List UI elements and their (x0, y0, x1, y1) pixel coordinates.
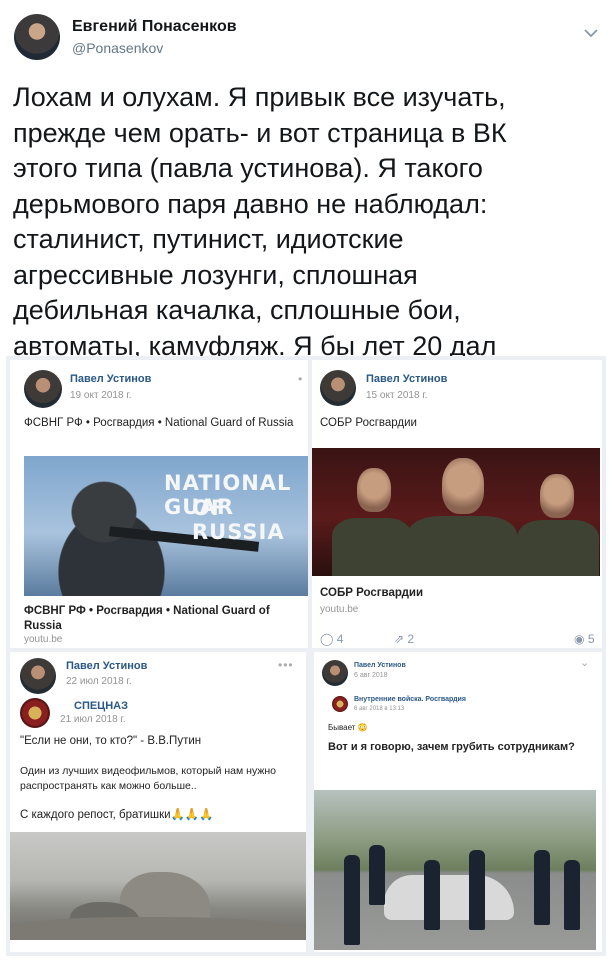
post-text: Один из лучших видеофильмов, который нам… (20, 765, 276, 792)
more-icon: ••• (278, 658, 294, 672)
comment-button: ◯ 4 (320, 632, 343, 646)
repost-date: 6 авг 2018 в 13:13 (354, 706, 405, 712)
post-author: Павел Устинов (366, 373, 448, 385)
video-thumbnail (10, 832, 306, 940)
link-title: СОБР Росгвардии (320, 587, 424, 599)
emblem-icon (20, 698, 50, 728)
vk-post-4: Павел Устинов 6 авг 2018 ⌄ Внутренние во… (314, 652, 602, 952)
link-domain: youtu.be (320, 604, 359, 615)
repost-source: Внутренние войска. Росгвардия (354, 696, 466, 703)
share-icon: ⇗ (394, 632, 405, 646)
post-text: СОБР Росгвардии (320, 417, 417, 429)
post-headline: Вот и я говорю, зачем грубить сотрудника… (328, 741, 575, 753)
chevron-down-icon[interactable] (582, 24, 600, 42)
emblem-icon (332, 696, 348, 712)
banner-text: OF RUSSIA (192, 496, 285, 544)
post-author: Павел Устинов (354, 662, 406, 669)
post-date: 6 авг 2018 (354, 672, 388, 679)
link-domain: youtu.be (24, 634, 63, 645)
post-quote: "Если не они, то кто?" - В.В.Путин (20, 735, 202, 747)
post-date: 15 окт 2018 г. (366, 390, 428, 401)
link-title: ФСВНГ РФ • Росгвардия • National Guard o… (24, 605, 270, 632)
comment-icon: ◯ (320, 632, 334, 646)
avatar (24, 370, 62, 408)
repost-date: 21 июл 2018 г. (60, 714, 126, 725)
post-footer: С каждого репост, братишки🙏🙏🙏 (20, 809, 214, 821)
vk-post-1: Павел Устинов 19 окт 2018 г. • ФСВНГ РФ … (10, 360, 308, 648)
avatar (320, 370, 356, 406)
tweet-header: Евгений Понасенков @Ponasenkov (14, 14, 604, 64)
post-date: 22 июл 2018 г. (66, 676, 132, 687)
vk-post-2: Павел Устинов 15 окт 2018 г. СОБР Росгва… (312, 360, 602, 648)
author-name[interactable]: Евгений Понасенков (72, 18, 237, 36)
vk-post-3: Павел Устинов 22 июл 2018 г. ••• СПЕЦНАЗ… (10, 652, 306, 952)
views-count: 5 (587, 632, 595, 646)
comment-count: 4 (336, 632, 344, 646)
photo-image (314, 790, 596, 950)
video-thumbnail (312, 448, 600, 576)
post-date: 19 окт 2018 г. (70, 390, 132, 401)
tweet-text: Лохам и олухам. Я привык все изучать, пр… (13, 82, 507, 361)
views-counter: ◉ 5 (574, 632, 595, 646)
eye-icon: ◉ (574, 632, 585, 646)
share-count: 2 (407, 632, 415, 646)
avatar (20, 658, 56, 694)
video-thumbnail: NATIONAL GUAR OF RUSSIA (24, 456, 308, 596)
embedded-image[interactable]: Павел Устинов 19 окт 2018 г. • ФСВНГ РФ … (6, 356, 606, 956)
more-icon: • (298, 372, 304, 386)
post-author: Павел Устинов (66, 660, 148, 672)
author-handle[interactable]: @Ponasenkov (72, 40, 163, 56)
post-text: ФСВНГ РФ • Росгвардия • National Guard o… (24, 417, 294, 429)
repost-source: СПЕЦНАЗ (74, 700, 129, 712)
post-short-text: Бывает 😳 (328, 723, 368, 732)
chevron-down-icon: ⌄ (580, 657, 591, 669)
avatar[interactable] (14, 14, 60, 60)
post-author: Павел Устинов (70, 373, 152, 385)
avatar (322, 660, 348, 686)
share-button: ⇗ 2 (394, 632, 414, 646)
car-image (384, 875, 514, 920)
